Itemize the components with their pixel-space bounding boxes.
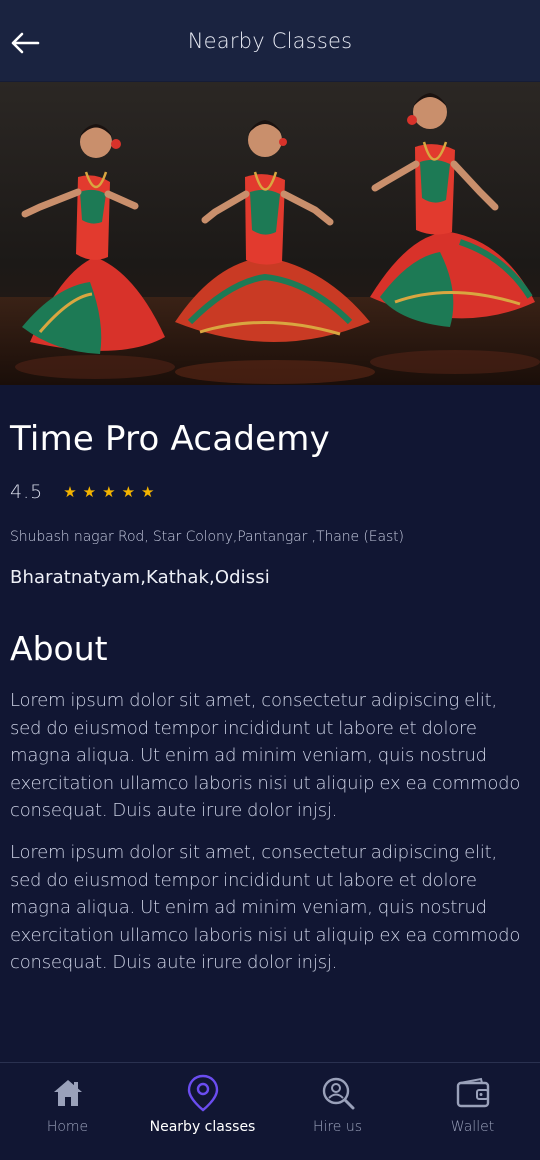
about-heading: About: [10, 629, 108, 668]
rating-value: 4.5: [10, 481, 44, 503]
nav-home[interactable]: Home: [3, 1063, 133, 1135]
home-icon: [50, 1075, 86, 1111]
about-paragraph: Lorem ipsum dolor sit amet, consectetur …: [10, 690, 521, 821]
about-paragraph: Lorem ipsum dolor sit amet, consectetur …: [10, 842, 521, 973]
wallet-icon: [455, 1075, 491, 1111]
nav-label: Nearby classes: [149, 1119, 256, 1135]
page-title: Nearby Classes: [187, 28, 353, 53]
arrow-left-icon: [11, 32, 40, 54]
address: Shubash nagar Rod, Star Colony,Pantangar…: [10, 529, 404, 545]
nav-wallet[interactable]: Wallet: [408, 1063, 538, 1135]
star-icon: ★: [63, 482, 77, 501]
star-icon: ★: [121, 482, 136, 501]
nav-label: Hire us: [312, 1119, 363, 1135]
rating-row: 4.5 ★ ★ ★ ★ ★: [10, 481, 154, 503]
search-person-icon: [320, 1075, 356, 1111]
nav-label: Home: [46, 1119, 89, 1135]
hero-image: [0, 82, 540, 385]
back-button[interactable]: [8, 26, 42, 60]
nav-label: Wallet: [450, 1119, 495, 1135]
nav-nearby-classes[interactable]: Nearby classes: [138, 1063, 268, 1135]
app-bar: Nearby Classes: [0, 0, 540, 82]
nav-hire-us[interactable]: Hire us: [273, 1063, 403, 1135]
star-icon: ★: [141, 482, 155, 501]
dance-styles: Bharatnatyam,Kathak,Odissi: [10, 567, 270, 588]
star-icon: ★: [82, 482, 97, 501]
star-icon: ★: [102, 482, 116, 501]
academy-name: Time Pro Academy: [10, 419, 330, 459]
star-rating: ★ ★ ★ ★ ★: [63, 482, 155, 501]
bottom-nav: Home Nearby classes Hire us Wallet: [0, 1062, 540, 1160]
location-pin-icon: [185, 1074, 221, 1112]
